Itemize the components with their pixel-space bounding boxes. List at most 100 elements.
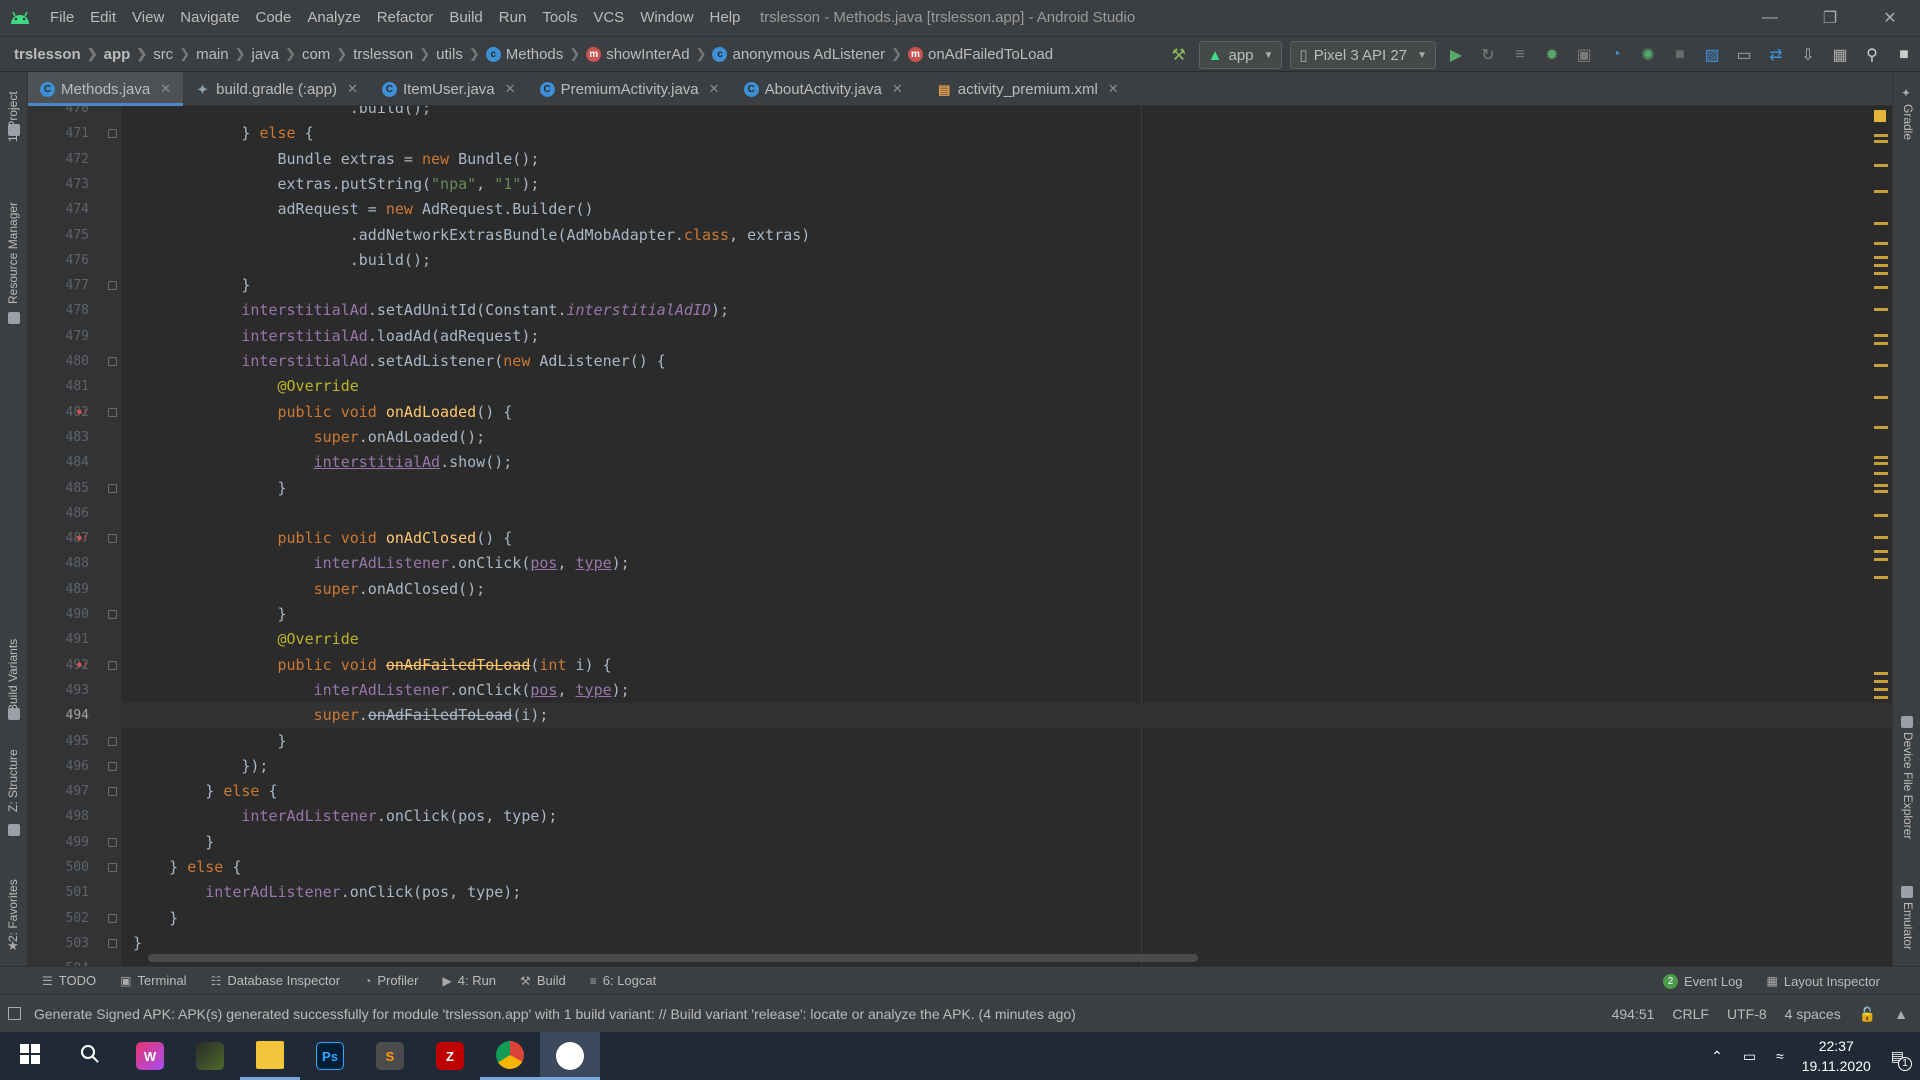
phpstorm-taskbar-button[interactable]: W	[120, 1032, 180, 1080]
close-tab-icon[interactable]: ✕	[1108, 81, 1119, 97]
make-project-hammer-icon[interactable]: ⚒	[1163, 39, 1195, 71]
sync-gradle-icon[interactable]: ⇄	[1760, 39, 1792, 71]
warning-stripe-mark[interactable]	[1874, 462, 1888, 465]
warning-stripe-mark[interactable]	[1874, 308, 1888, 311]
warning-stripe-mark[interactable]	[1874, 680, 1888, 683]
file-explorer-taskbar-button[interactable]	[240, 1032, 300, 1080]
restore-icon[interactable]: ❐	[1800, 0, 1860, 36]
fold-marker-icon[interactable]	[108, 281, 117, 291]
code-line[interactable]: super.onAdFailedToLoad(i);	[121, 703, 1892, 729]
favorites-tool-button[interactable]: 2: Favorites	[6, 879, 20, 942]
warning-stripe-mark[interactable]	[1874, 576, 1888, 579]
notification-center-icon[interactable]: ▤ 1	[1891, 1048, 1912, 1071]
sublime-taskbar-button[interactable]: S	[360, 1032, 420, 1080]
menu-item-file[interactable]: File	[42, 0, 82, 36]
menu-item-view[interactable]: View	[124, 0, 172, 36]
editor-tab[interactable]: C Methods.java ✕	[28, 72, 184, 106]
device-file-explorer-tool-button[interactable]: Device File Explorer	[1901, 732, 1915, 839]
minimize-icon[interactable]: —	[1740, 0, 1800, 36]
fold-marker-icon[interactable]	[108, 761, 117, 771]
code-line[interactable]: .build();	[121, 106, 1892, 121]
breadcrumb-item[interactable]: app ❯	[104, 46, 154, 63]
fold-marker-icon[interactable]	[108, 534, 117, 544]
tool-window-logcat[interactable]: ≡ 6: Logcat	[578, 967, 669, 995]
wifi-icon[interactable]: ≈	[1776, 1048, 1784, 1064]
editor-tab[interactable]: C AboutActivity.java ✕	[732, 72, 915, 106]
warning-stripe-mark[interactable]	[1874, 190, 1888, 193]
breadcrumb-item[interactable]: trslesson ❯	[353, 46, 436, 63]
code-line[interactable]: interAdListener.onClick(pos, type);	[121, 804, 1892, 829]
code-line[interactable]: public void onAdLoaded() {	[121, 400, 1892, 425]
structure-tool-button[interactable]: Z: Structure	[6, 749, 20, 812]
breadcrumb-item[interactable]: c anonymous AdListener ❯	[712, 46, 908, 63]
code-line[interactable]	[121, 501, 1892, 526]
debug-icon[interactable]: ✹	[1536, 39, 1568, 71]
code-editor[interactable]: 470 471 472 473 474 475 476 477 478 479 480 481 482 ●…	[28, 106, 1892, 966]
indent-setting[interactable]: 4 spaces	[1785, 1006, 1841, 1022]
code-area[interactable]: .build(); } else { Bundle extras = new B…	[121, 106, 1892, 966]
tool-window-terminal[interactable]: ▣ Terminal	[108, 967, 198, 995]
warning-stripe-mark[interactable]	[1874, 696, 1888, 699]
editor-tab[interactable]: C PremiumActivity.java ✕	[528, 72, 732, 106]
gradle-tool-button[interactable]: Gradle	[1901, 104, 1915, 140]
menu-item-build[interactable]: Build	[441, 0, 490, 36]
warning-stripe-mark[interactable]	[1874, 242, 1888, 245]
apply-changes-icon[interactable]: ↻	[1472, 39, 1504, 71]
breadcrumb-item[interactable]: m showInterAd ❯	[586, 46, 712, 63]
code-line[interactable]: public void onAdClosed() {	[121, 526, 1892, 551]
warning-stripe-mark[interactable]	[1874, 342, 1888, 345]
close-window-icon[interactable]: ✕	[1860, 0, 1920, 36]
close-tab-icon[interactable]: ✕	[709, 81, 720, 97]
fold-marker-icon[interactable]	[108, 837, 117, 847]
warning-stripe-mark[interactable]	[1874, 456, 1888, 459]
code-line[interactable]: }	[121, 602, 1892, 627]
filezilla-taskbar-button[interactable]: Z	[420, 1032, 480, 1080]
override-method-icon[interactable]: ●↑	[76, 659, 88, 671]
breadcrumb-item[interactable]: main ❯	[196, 46, 251, 63]
warning-stripe-mark[interactable]	[1874, 396, 1888, 399]
warning-stripe-mark[interactable]	[1874, 672, 1888, 675]
emulator-tool-button[interactable]: Emulator	[1901, 902, 1915, 950]
menu-item-refactor[interactable]: Refactor	[369, 0, 442, 36]
warning-stripe-mark[interactable]	[1874, 550, 1888, 553]
fold-marker-icon[interactable]	[108, 483, 117, 493]
warning-stripe-mark[interactable]	[1874, 558, 1888, 561]
tool-window-event-log[interactable]: 2 Event Log	[1651, 967, 1755, 995]
breadcrumb-item[interactable]: m onAdFailedToLoad	[908, 46, 1053, 63]
caret-position[interactable]: 494:51	[1612, 1006, 1655, 1022]
code-line[interactable]: interstitialAd.setAdUnitId(Constant.inte…	[121, 298, 1892, 323]
breadcrumb-item[interactable]: src ❯	[153, 46, 196, 63]
code-line[interactable]: adRequest = new AdRequest.Builder()	[121, 197, 1892, 222]
code-line[interactable]: interstitialAd.loadAd(adRequest);	[121, 324, 1892, 349]
code-line[interactable]: .build();	[121, 248, 1892, 273]
code-line[interactable]: @Override	[121, 627, 1892, 652]
code-line[interactable]: extras.putString("npa", "1");	[121, 172, 1892, 197]
menu-item-analyze[interactable]: Analyze	[299, 0, 368, 36]
warning-stripe-mark[interactable]	[1874, 426, 1888, 429]
inspection-warning-icon[interactable]	[1874, 110, 1886, 122]
chrome-taskbar-button[interactable]	[480, 1032, 540, 1080]
close-tab-icon[interactable]: ✕	[160, 81, 171, 97]
warning-stripe-mark[interactable]	[1874, 286, 1888, 289]
warning-stripe-mark[interactable]	[1874, 256, 1888, 259]
android-studio-taskbar-button[interactable]	[540, 1032, 600, 1080]
tool-windows-toggle-icon[interactable]	[8, 1007, 21, 1020]
fold-marker-icon[interactable]	[108, 913, 117, 923]
code-line[interactable]: super.onAdClosed();	[121, 577, 1892, 602]
code-line[interactable]: .addNetworkExtrasBundle(AdMobAdapter.cla…	[121, 223, 1892, 248]
editor-tab[interactable]: ▤ activity_premium.xml ✕	[915, 72, 1131, 106]
menu-item-navigate[interactable]: Navigate	[172, 0, 247, 36]
search-taskbar-button[interactable]	[60, 1032, 120, 1080]
code-line[interactable]: interAdListener.onClick(pos, type);	[121, 551, 1892, 576]
code-line[interactable]: super.onAdLoaded();	[121, 425, 1892, 450]
warning-stripe-mark[interactable]	[1874, 264, 1888, 267]
horizontal-scrollbar[interactable]	[148, 954, 1198, 962]
warning-stripe-mark[interactable]	[1874, 140, 1888, 143]
code-line[interactable]: interAdListener.onClick(pos, type);	[121, 880, 1892, 905]
menu-item-code[interactable]: Code	[247, 0, 299, 36]
code-line[interactable]: }	[121, 476, 1892, 501]
fold-marker-icon[interactable]	[108, 610, 117, 619]
close-tab-icon[interactable]: ✕	[347, 81, 358, 97]
code-line[interactable]: }	[121, 830, 1892, 855]
menu-item-vcs[interactable]: VCS	[585, 0, 632, 36]
